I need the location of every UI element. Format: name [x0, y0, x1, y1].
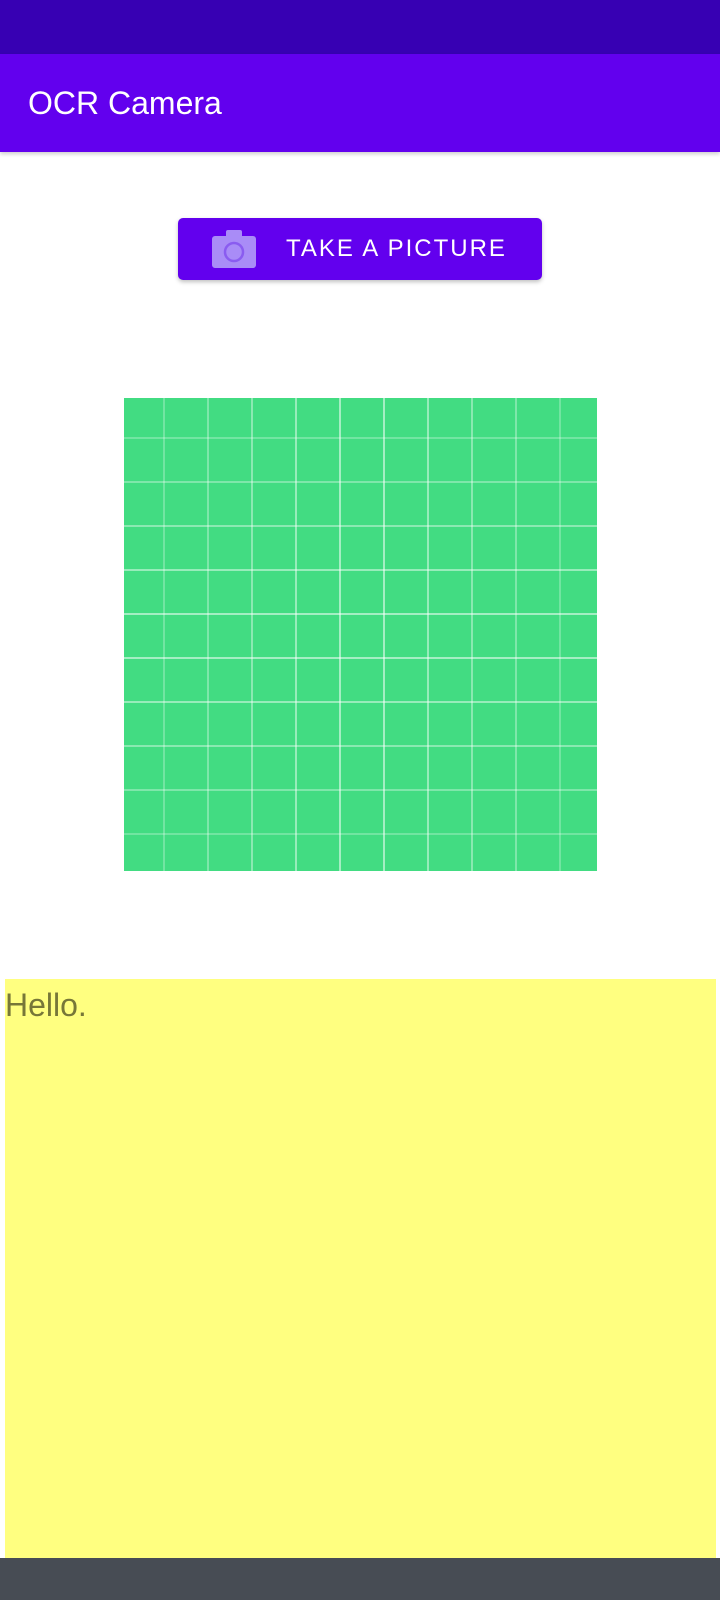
ocr-result-area: Hello. — [5, 979, 716, 1558]
ocr-result-text: Hello. — [5, 987, 87, 1023]
take-picture-button[interactable]: TAKE A PICTURE — [178, 218, 542, 280]
take-picture-label: TAKE A PICTURE — [286, 235, 507, 262]
status-bar — [0, 0, 720, 54]
navigation-bar — [0, 1558, 720, 1600]
app-bar: OCR Camera — [0, 54, 720, 152]
app-title: OCR Camera — [28, 85, 222, 121]
camera-icon — [212, 230, 256, 268]
image-preview — [124, 398, 597, 871]
